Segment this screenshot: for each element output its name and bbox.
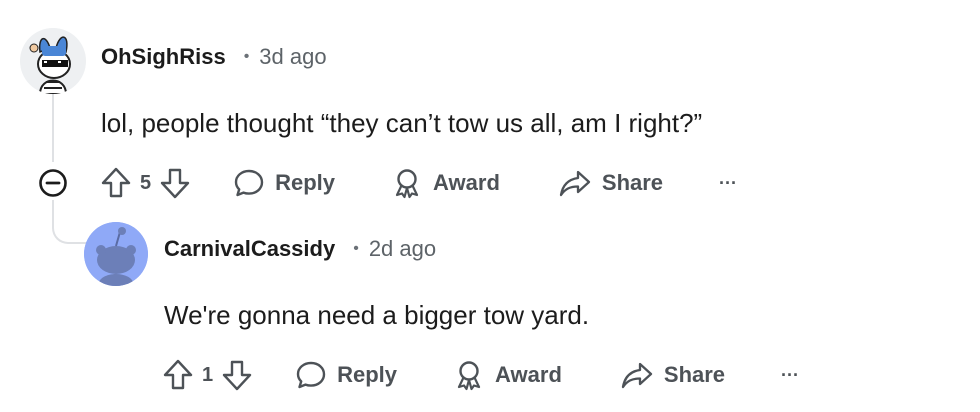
reply-button[interactable]: Reply <box>233 167 335 199</box>
reply-label: Reply <box>337 362 398 387</box>
more-options-icon: ··· <box>781 364 800 385</box>
share-arrow-icon <box>559 170 591 197</box>
more-options-button[interactable]: ··· <box>781 365 799 386</box>
reply-label: Reply <box>275 170 336 195</box>
comment-body: lol, people thought “they can’t tow us a… <box>101 108 703 138</box>
award-label: Award <box>433 170 500 195</box>
avatar[interactable] <box>20 28 86 94</box>
reply-actions: 1 Reply Award Share ··· <box>162 355 799 395</box>
separator-dot: • <box>353 240 359 257</box>
upvote-button[interactable] <box>100 166 132 200</box>
award-ribbon-icon <box>457 361 481 391</box>
arrow-down-icon <box>222 360 252 391</box>
minus-circle-icon <box>39 169 67 197</box>
comment-actions: 5 Reply Award Share ··· <box>100 163 737 203</box>
arrow-up-icon <box>101 167 131 198</box>
collapse-button[interactable] <box>38 168 68 198</box>
reply-thread-connector <box>52 200 90 244</box>
share-button[interactable]: Share <box>558 167 663 199</box>
separator-dot: • <box>243 48 250 65</box>
reply-button[interactable]: Reply <box>295 359 397 391</box>
share-label: Share <box>601 170 664 195</box>
downvote-button[interactable] <box>221 358 253 392</box>
upvote-button[interactable] <box>162 358 194 392</box>
share-label: Share <box>663 362 726 387</box>
more-options-button[interactable]: ··· <box>719 173 737 194</box>
timestamp[interactable]: 2d ago <box>369 236 436 262</box>
snoo-avatar-icon <box>84 222 148 286</box>
award-button[interactable]: Award <box>453 359 562 391</box>
reply-body: We're gonna need a bigger tow yard. <box>164 300 590 330</box>
reply-header: CarnivalCassidy • 2d ago <box>164 236 436 262</box>
downvote-button[interactable] <box>159 166 191 200</box>
vote-count: 5 <box>140 171 152 194</box>
award-button[interactable]: Award <box>391 167 500 199</box>
share-arrow-icon <box>621 362 653 389</box>
username[interactable]: CarnivalCassidy <box>164 236 335 262</box>
share-button[interactable]: Share <box>620 359 725 391</box>
username[interactable]: OhSighRiss <box>101 44 226 70</box>
award-ribbon-icon <box>395 169 419 199</box>
arrow-down-icon <box>160 168 190 199</box>
award-label: Award <box>495 362 562 387</box>
avatar[interactable] <box>84 222 148 286</box>
vote-count: 1 <box>202 363 214 386</box>
arrow-up-icon <box>163 359 193 390</box>
timestamp[interactable]: 3d ago <box>259 44 326 70</box>
speech-bubble-icon <box>296 361 326 389</box>
thread-line[interactable] <box>52 92 54 162</box>
more-options-icon: ··· <box>719 172 738 193</box>
snoo-avatar-icon <box>20 28 86 94</box>
comment-header: OhSighRiss • 3d ago <box>101 44 327 70</box>
speech-bubble-icon <box>234 169 264 197</box>
